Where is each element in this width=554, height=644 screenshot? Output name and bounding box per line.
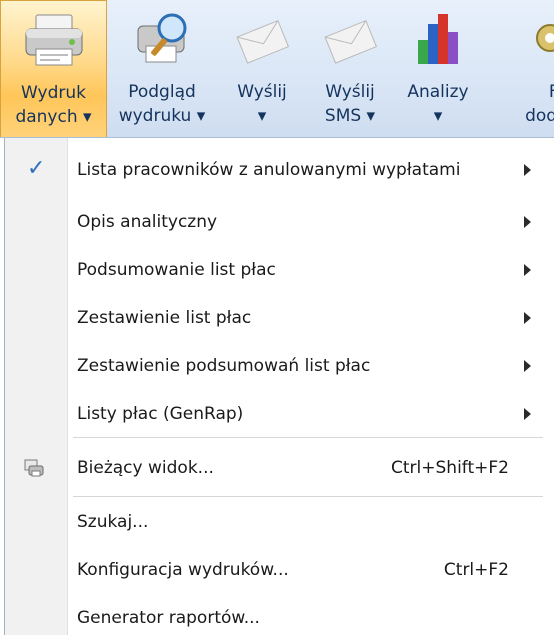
menu-item-label: Bieżący widok... xyxy=(77,458,214,478)
menu-item-employee-list-cancelled-payments[interactable]: ✓ Lista pracowników z anulowanymi wypłat… xyxy=(5,144,553,196)
submenu-arrow-icon xyxy=(524,264,531,276)
menu-item-report-generator[interactable]: Generator raportów... xyxy=(5,592,553,644)
menu-item-shortcut: Ctrl+F2 xyxy=(443,560,509,580)
menu-item-payrolls-genrap[interactable]: Listy płac (GenRap) xyxy=(5,388,553,440)
print-data-label-line2: danych ▾ xyxy=(15,107,92,127)
printer-icon xyxy=(22,11,86,73)
print-preview-label-line2: wydruku ▾ xyxy=(118,106,206,126)
bar-chart-icon xyxy=(410,10,466,72)
print-preview-icon xyxy=(130,10,194,72)
print-preview-label-line1: Podgląd xyxy=(128,82,196,102)
checkmark-icon: ✓ xyxy=(27,156,46,181)
menu-item-shortcut: Ctrl+Shift+F2 xyxy=(391,458,509,478)
menu-item-analytical-description[interactable]: Opis analityczny xyxy=(5,196,553,248)
menu-item-label: Generator raportów... xyxy=(77,608,260,628)
send-envelope-icon xyxy=(232,10,292,72)
menu-item-label: Szukaj... xyxy=(77,512,149,532)
submenu-arrow-icon xyxy=(524,216,531,228)
analyses-button[interactable]: Analizy ▾ xyxy=(396,0,480,137)
menu-item-label: Konfiguracja wydruków... xyxy=(77,560,289,580)
menu-item-label: Lista pracowników z anulowanymi wypłatam… xyxy=(77,160,461,180)
menu-item-label: Zestawienie podsumowań list płac xyxy=(77,356,371,376)
menu-item-payroll-summaries-statement[interactable]: Zestawienie podsumowań list płac xyxy=(5,340,553,392)
send-sms-label-line1: Wyślij xyxy=(325,82,375,102)
menu-item-current-view[interactable]: Bieżący widok... Ctrl+Shift+F2 xyxy=(5,442,553,494)
send-sms-button[interactable]: Wyślij SMS ▾ xyxy=(306,0,394,137)
analyses-label-line2: ▾ xyxy=(433,106,443,126)
menu-separator xyxy=(73,437,543,438)
additional-functions-label-line1: Funl xyxy=(548,82,554,102)
menu-item-label: Zestawienie list płac xyxy=(77,308,252,328)
additional-functions-button[interactable]: Funl dodatk xyxy=(484,0,554,137)
send-sms-label-line2: SMS ▾ xyxy=(324,106,376,126)
analyses-label-line1: Analizy xyxy=(407,82,469,102)
menu-item-payroll-statement[interactable]: Zestawienie list płac xyxy=(5,292,553,344)
menu-item-label: Podsumowanie list płac xyxy=(77,260,276,280)
submenu-arrow-icon xyxy=(524,164,531,176)
ribbon: Wydruk danych ▾ Podgląd wydruku ▾ Wyślij… xyxy=(0,0,554,138)
menu-item-label: Opis analityczny xyxy=(77,212,218,232)
print-preview-button[interactable]: Podgląd wydruku ▾ xyxy=(108,0,216,137)
print-data-button[interactable]: Wydruk danych ▾ xyxy=(0,0,107,137)
print-data-label-line1: Wydruk xyxy=(21,83,86,103)
send-button[interactable]: Wyślij ▾ xyxy=(220,0,304,137)
current-view-icon xyxy=(23,458,45,482)
gear-icon xyxy=(528,10,554,72)
additional-functions-label-line2: dodatk xyxy=(525,106,554,126)
sms-envelope-icon xyxy=(320,10,380,72)
menu-item-payroll-summary[interactable]: Podsumowanie list płac xyxy=(5,244,553,296)
submenu-arrow-icon xyxy=(524,408,531,420)
submenu-arrow-icon xyxy=(524,360,531,372)
menu-item-label: Listy płac (GenRap) xyxy=(77,404,244,424)
menu-item-print-configuration[interactable]: Konfiguracja wydruków... Ctrl+F2 xyxy=(5,544,553,596)
submenu-arrow-icon xyxy=(524,312,531,324)
send-label-line2: ▾ xyxy=(257,106,267,126)
menu-item-search[interactable]: Szukaj... xyxy=(5,496,553,548)
print-data-menu: ✓ Lista pracowników z anulowanymi wypłat… xyxy=(4,138,553,635)
send-label-line1: Wyślij xyxy=(237,82,287,102)
